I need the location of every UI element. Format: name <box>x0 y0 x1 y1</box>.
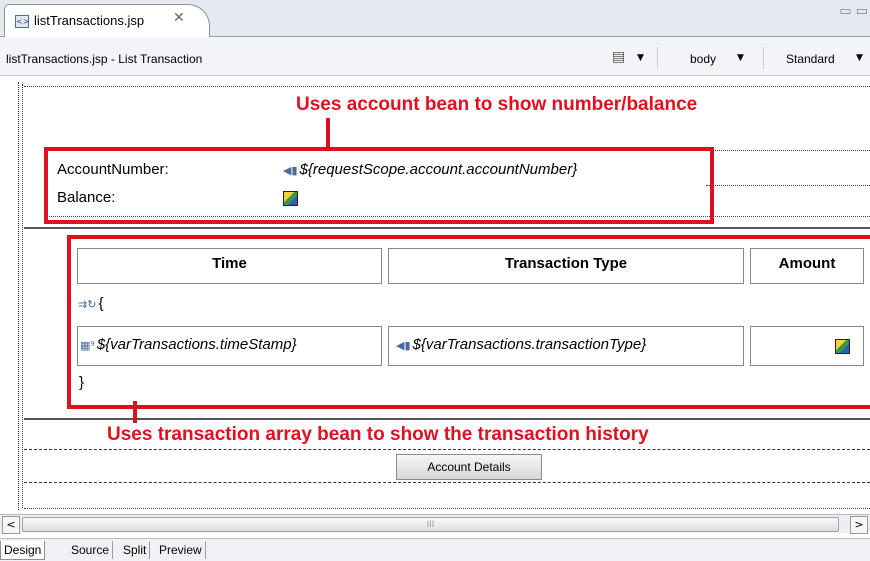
account-details-button[interactable]: Account Details <box>396 454 542 480</box>
canvas-inner-left-border <box>22 84 23 508</box>
account-number-label: AccountNumber: <box>57 161 169 178</box>
transaction-type-expression: ${varTransactions.transactionType} <box>412 336 647 353</box>
loop-close-brace[interactable]: } <box>79 374 84 391</box>
column-header-amount[interactable]: Amount <box>750 255 864 272</box>
timestamp-output[interactable]: ▦⁹ ${varTransactions.timeStamp} <box>80 336 297 353</box>
scroll-right-button[interactable]: > <box>850 516 868 534</box>
scroll-thumb[interactable]: III <box>22 517 839 532</box>
page-title: listTransactions.jsp - List Transaction <box>6 52 203 66</box>
image-placeholder-icon[interactable] <box>283 191 298 206</box>
account-number-output[interactable]: ◀▮ ${requestScope.account.accountNumber} <box>283 161 577 178</box>
date-format-icon: ▦⁹ <box>80 339 95 352</box>
loop-open-brace: { <box>98 295 104 312</box>
jsp-file-icon: <> <box>15 15 30 28</box>
section-separator <box>24 227 870 229</box>
section-separator <box>24 418 870 420</box>
canvas-top-border <box>24 86 870 87</box>
button-row-border <box>24 482 870 483</box>
editor-tab-bar: <> listTransactions.jsp ✕ ▭ ▭ <box>0 0 870 37</box>
column-header-time[interactable]: Time <box>77 255 382 272</box>
form-table-border <box>706 185 870 186</box>
page-icon[interactable]: ▤ <box>612 49 625 65</box>
tab-design[interactable]: Design <box>0 541 46 560</box>
output-text-icon: ◀▮ <box>396 339 411 352</box>
minimize-maximize-icons[interactable]: ▭ ▭ <box>839 4 868 19</box>
tab-preview[interactable]: Preview <box>156 541 206 559</box>
image-placeholder-icon[interactable] <box>835 339 850 354</box>
horizontal-scrollbar[interactable]: < III > <box>0 514 870 534</box>
balance-label: Balance: <box>57 189 116 206</box>
scroll-left-button[interactable]: < <box>2 516 20 534</box>
loop-icon: ⇉↻ <box>78 298 97 311</box>
tab-source[interactable]: Source <box>68 541 114 559</box>
form-table-border <box>706 150 870 151</box>
editor-tab[interactable]: <> listTransactions.jsp ✕ <box>4 4 210 37</box>
mode-selector[interactable]: Standard <box>786 52 835 66</box>
editor-title-bar: listTransactions.jsp - List Transaction … <box>0 37 870 76</box>
callout-account-bean: Uses account bean to show number/balance <box>296 94 698 115</box>
chevron-down-icon[interactable]: ▼ <box>737 53 744 63</box>
callout-leader-line <box>133 401 137 423</box>
chevron-down-icon[interactable]: ▼ <box>856 53 863 63</box>
toolbar-separator <box>657 47 658 69</box>
chevron-down-icon[interactable]: ▼ <box>637 53 644 63</box>
callout-transaction-bean: Uses transaction array bean to show the … <box>107 424 649 445</box>
view-tabs: Design Source Split Preview <box>0 538 870 561</box>
toolbar-separator <box>763 47 764 69</box>
timestamp-expression: ${varTransactions.timeStamp} <box>96 336 297 353</box>
column-header-transaction-type[interactable]: Transaction Type <box>388 255 744 272</box>
button-row-border <box>24 449 870 450</box>
transaction-type-output[interactable]: ◀▮ ${varTransactions.transactionType} <box>396 336 646 353</box>
account-number-expression: ${requestScope.account.accountNumber} <box>299 161 578 178</box>
close-tab-icon[interactable]: ✕ <box>173 10 185 26</box>
canvas-left-border <box>18 82 19 510</box>
callout-leader-line <box>326 118 330 147</box>
tag-selector[interactable]: body <box>690 52 716 66</box>
editor-tab-label: listTransactions.jsp <box>34 13 145 28</box>
account-highlight-box <box>44 147 714 224</box>
output-text-icon: ◀▮ <box>283 164 298 177</box>
tab-split[interactable]: Split <box>120 541 151 559</box>
loop-start[interactable]: ⇉↻{ <box>78 295 103 312</box>
canvas-bottom-border <box>24 508 870 509</box>
